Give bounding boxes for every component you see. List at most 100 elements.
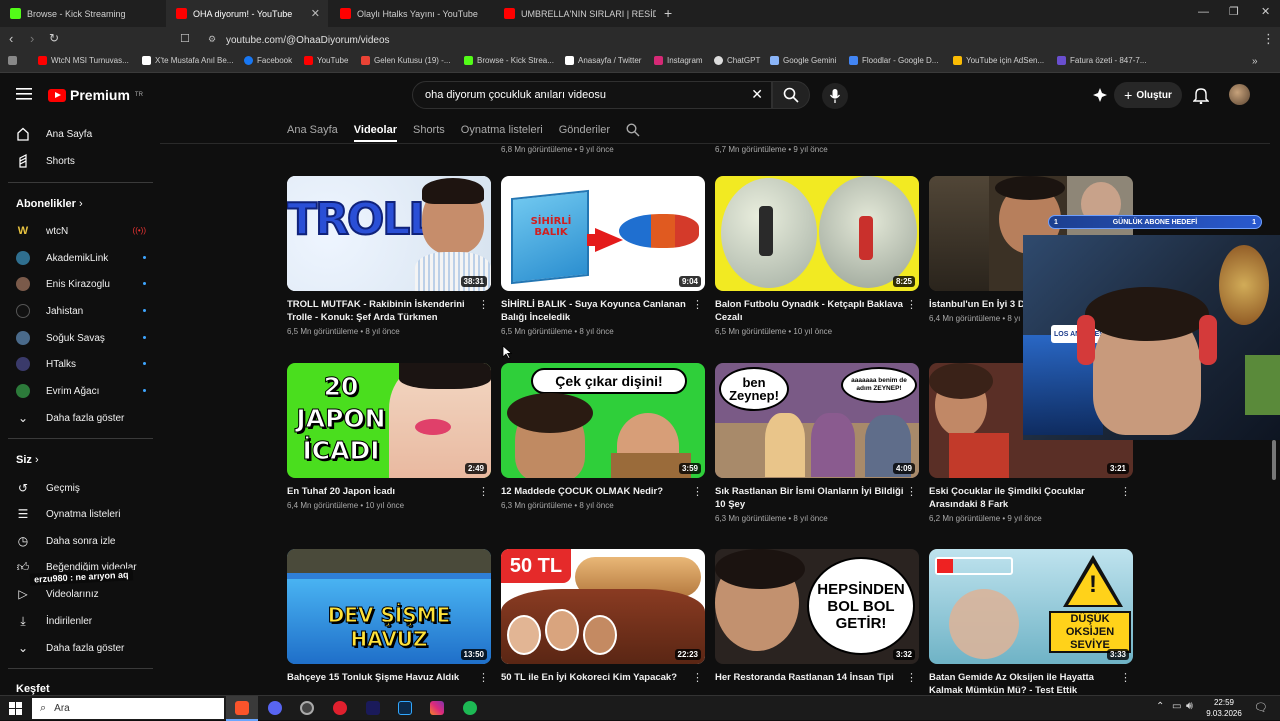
more-actions-icon[interactable]: ⋮ <box>478 671 489 684</box>
search-input[interactable]: oha diyorum çocukluk anıları videosu ✕ <box>412 81 772 109</box>
instagram-icon[interactable] <box>430 701 444 715</box>
sidebar-item-subscription[interactable]: W wtcN ((•)) <box>16 221 146 241</box>
premiere-icon[interactable] <box>366 701 380 715</box>
video-card[interactable]: DEV ŞİŞME HAVUZ 13:50 Bahçeye 15 Tonluk … <box>287 549 491 684</box>
video-title[interactable]: Bahçeye 15 Tonluk Şişme Havuz Aldık <box>287 671 479 684</box>
tray-chevron-icon[interactable]: ⌃ <box>1156 701 1164 712</box>
video-thumbnail[interactable]: HEPSİNDEN BOL BOL GETİR! 3:32 <box>715 549 919 664</box>
page-scrollbar[interactable] <box>1272 440 1276 480</box>
spotify-icon[interactable] <box>463 701 477 715</box>
browser-tab[interactable]: Browse - Kick Streaming <box>0 0 166 27</box>
video-card[interactable]: TROLL 38:31 TROLL MUTFAK - Rakibinin İsk… <box>287 176 491 336</box>
menu-icon[interactable]: ⋮ <box>1262 31 1275 47</box>
sidebar-item-playlists[interactable]: ☰ Oynatma listeleri <box>16 504 146 524</box>
sidebar-show-more[interactable]: ⌄ Daha fazla göster <box>16 638 146 658</box>
browser-tab[interactable]: Olaylı Htalks Yayını - YouTube <box>330 0 492 27</box>
sidebar-item-home[interactable]: Ana Sayfa <box>16 124 146 144</box>
hamburger-menu-icon[interactable] <box>16 87 32 101</box>
video-card[interactable]: Çek çıkar dişini! 3:59 12 Maddede ÇOCUK … <box>501 363 705 510</box>
tab-playlists[interactable]: Oynatma listeleri <box>461 124 543 136</box>
sidebar-item-subscription[interactable]: Jahistan <box>16 301 146 321</box>
close-window-button[interactable]: ✕ <box>1261 5 1270 18</box>
more-actions-icon[interactable]: ⋮ <box>906 298 917 311</box>
video-card[interactable]: 50 TL 22:23 50 TL ile En İyi Kokoreci Ki… <box>501 549 705 684</box>
more-actions-icon[interactable]: ⋮ <box>692 671 703 684</box>
sidebar-item-history[interactable]: ↺ Geçmiş <box>16 478 146 498</box>
bookmark-item[interactable]: X'te Mustafa Anıl Be... <box>142 56 233 65</box>
video-thumbnail[interactable]: 8:25 <box>715 176 919 291</box>
sidebar-item-your-videos[interactable]: ▷ Videolarınız <box>16 584 146 604</box>
video-title[interactable]: Eski Çocuklar ile Şimdiki Çocuklar Arası… <box>929 485 1121 511</box>
taskbar-search-input[interactable]: ⌕ Ara <box>32 698 224 719</box>
video-title[interactable]: Her Restoranda Rastlanan 14 İnsan Tipi <box>715 671 907 684</box>
opera-icon[interactable] <box>333 701 347 715</box>
video-card[interactable]: ♥ ! DÜŞÜK OKSİJEN SEVİYE 3:33 Batan Gemi… <box>929 549 1133 697</box>
video-card[interactable]: ben Zeynep! aaaaaaa benim de adım ZEYNEP… <box>715 363 919 523</box>
sidebar-item-subscription[interactable]: HTalks <box>16 354 146 374</box>
you-heading[interactable]: Siz › <box>16 454 39 466</box>
minimize-button[interactable]: — <box>1198 6 1209 18</box>
url-field[interactable]: ⚙ youtube.com/@OhaaDiyorum/videos <box>200 30 840 50</box>
video-thumbnail[interactable]: ♥ ! DÜŞÜK OKSİJEN SEVİYE 3:33 <box>929 549 1133 664</box>
tab-home[interactable]: Ana Sayfa <box>287 124 338 136</box>
bookmark-item[interactable]: YouTube <box>304 56 348 65</box>
more-actions-icon[interactable]: ⋮ <box>692 485 703 498</box>
bookmark-item[interactable]: Gelen Kutusu (19) -... <box>361 56 450 65</box>
clock[interactable]: 22:59 9.03.2026 <box>1204 697 1244 719</box>
video-title[interactable]: SİHİRLİ BALIK - Suya Koyunca Canlanan Ba… <box>501 298 693 324</box>
reload-icon[interactable]: ↻ <box>49 31 59 45</box>
video-title[interactable]: Balon Futbolu Oynadık - Ketçaplı Baklava… <box>715 298 907 324</box>
tab-posts[interactable]: Gönderiler <box>559 124 610 136</box>
more-bookmarks-icon[interactable]: » <box>1252 56 1258 67</box>
bookmark-item[interactable]: Instagram <box>654 56 703 65</box>
create-button[interactable]: + Oluştur <box>1114 82 1182 108</box>
more-actions-icon[interactable]: ⋮ <box>1120 485 1131 498</box>
tab-shorts[interactable]: Shorts <box>413 124 445 136</box>
apps-icon[interactable] <box>8 56 17 65</box>
brave-icon[interactable] <box>235 701 249 715</box>
voice-search-button[interactable] <box>822 83 848 109</box>
notifications-bell-icon[interactable] <box>1193 87 1209 104</box>
discord-icon[interactable] <box>268 701 282 715</box>
video-thumbnail[interactable]: DEV ŞİŞME HAVUZ 13:50 <box>287 549 491 664</box>
video-card[interactable]: SİHİRLİ BALIK 9:04 SİHİRLİ BALIK - Suya … <box>501 176 705 336</box>
more-actions-icon[interactable]: ⋮ <box>692 298 703 311</box>
bookmark-item[interactable]: Google Gemini <box>770 56 836 65</box>
sidebar-item-subscription[interactable]: Enis Kirazoglu <box>16 274 146 294</box>
bookmark-item[interactable]: Fatura özeti - 847-7... <box>1057 56 1146 65</box>
video-thumbnail[interactable]: Çek çıkar dişini! 3:59 <box>501 363 705 478</box>
video-card[interactable]: 20 JAPON İCADI 2:49 En Tuhaf 20 Japon İc… <box>287 363 491 510</box>
video-title[interactable]: 50 TL ile En İyi Kokoreci Kim Yapacak? <box>501 671 693 684</box>
subscriptions-heading[interactable]: Abonelikler › <box>16 198 83 210</box>
more-actions-icon[interactable]: ⋮ <box>1120 671 1131 684</box>
video-thumbnail[interactable]: ben Zeynep! aaaaaaa benim de adım ZEYNEP… <box>715 363 919 478</box>
tab-videos[interactable]: Videolar <box>353 124 397 142</box>
restore-button[interactable]: ❐ <box>1229 5 1239 18</box>
photoshop-icon[interactable] <box>398 701 412 715</box>
more-actions-icon[interactable]: ⋮ <box>906 485 917 498</box>
site-info-icon[interactable]: ⚙ <box>208 34 216 45</box>
sidebar-item-subscription[interactable]: Soğuk Savaş <box>16 328 146 348</box>
bookmark-item[interactable]: WtcN MSI Turnuvas... <box>38 56 129 65</box>
channel-search-icon[interactable] <box>626 123 640 137</box>
video-title[interactable]: En Tuhaf 20 Japon İcadı <box>287 485 479 498</box>
volume-icon[interactable]: 🔊︎ <box>1186 700 1193 713</box>
clear-search-icon[interactable]: ✕ <box>751 86 763 103</box>
browser-tab-active[interactable]: OHA diyorum! - YouTube ✕ <box>166 0 328 27</box>
search-button[interactable] <box>772 81 810 109</box>
video-thumbnail[interactable]: TROLL 38:31 <box>287 176 491 291</box>
video-card[interactable]: 8:25 Balon Futbolu Oynadık - Ketçaplı Ba… <box>715 176 919 336</box>
browser-tab[interactable]: UMBRELLA'NIN SIRLARI | RESİDENT E <box>494 0 656 27</box>
more-actions-icon[interactable]: ⋮ <box>478 485 489 498</box>
sidebar-item-downloads[interactable]: ⤓ İndirilenler <box>16 611 146 631</box>
video-thumbnail[interactable]: SİHİRLİ BALIK 9:04 <box>501 176 705 291</box>
sidebar-item-subscription[interactable]: AkademikLink <box>16 248 146 268</box>
bookmark-icon[interactable]: ☐ <box>180 32 190 45</box>
youtube-premium-logo[interactable]: Premium TR <box>48 87 143 103</box>
back-icon[interactable]: ‹ <box>9 31 13 46</box>
sidebar-item-subscription[interactable]: Evrim Ağacı <box>16 381 146 401</box>
sidebar-show-more[interactable]: ⌄ Daha fazla göster <box>16 408 146 428</box>
sidebar-item-shorts[interactable]: Shorts <box>16 151 146 171</box>
notification-center-icon[interactable]: 🗨︎ <box>1254 701 1268 714</box>
gemini-sparkle-icon[interactable] <box>1092 87 1108 103</box>
